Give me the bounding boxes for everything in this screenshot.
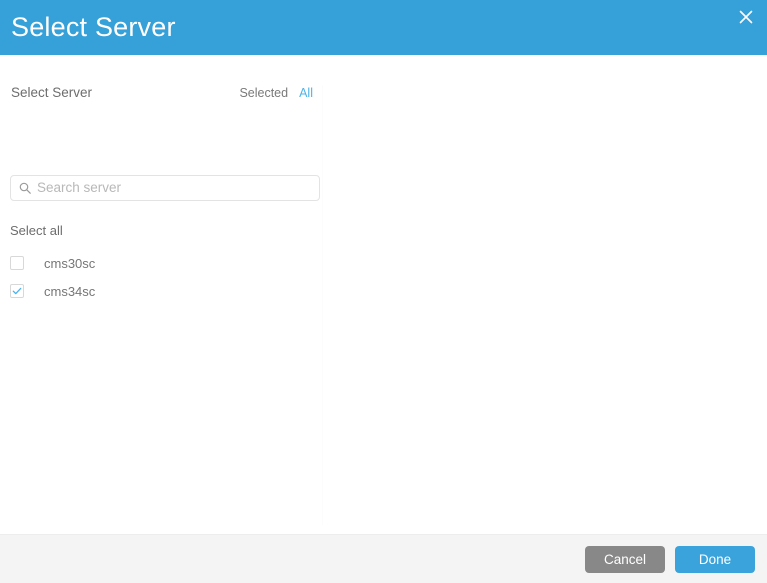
list-item[interactable]: cms30sc xyxy=(10,249,320,277)
dialog-title: Select Server xyxy=(11,12,176,42)
filter-links: Selected All xyxy=(239,86,313,100)
dialog-footer: Cancel Done xyxy=(0,534,767,583)
server-checkbox[interactable] xyxy=(10,284,24,298)
panel-header-row: Select Server Selected All xyxy=(11,85,313,100)
server-checkbox[interactable] xyxy=(10,256,24,270)
server-name: cms34sc xyxy=(44,283,96,299)
filter-selected[interactable]: Selected xyxy=(239,86,288,100)
list-item[interactable]: cms34sc xyxy=(10,277,320,305)
panel-divider xyxy=(322,85,323,525)
select-server-dialog: Select Server Select Server Selected All xyxy=(0,0,767,583)
close-icon[interactable] xyxy=(733,6,759,28)
panel-label: Select Server xyxy=(11,85,93,100)
server-list: cms30sc cms34sc xyxy=(10,249,320,305)
cancel-button[interactable]: Cancel xyxy=(585,545,665,573)
search-input[interactable] xyxy=(37,177,319,199)
done-button[interactable]: Done xyxy=(675,545,755,573)
dialog-header: Select Server xyxy=(0,0,767,55)
select-all-label[interactable]: Select all xyxy=(10,223,63,238)
search-field[interactable] xyxy=(10,175,320,201)
search-icon xyxy=(19,182,31,194)
server-name: cms30sc xyxy=(44,255,96,271)
filter-all[interactable]: All xyxy=(299,86,313,100)
dialog-body: Select Server Selected All Select all xyxy=(0,55,767,534)
